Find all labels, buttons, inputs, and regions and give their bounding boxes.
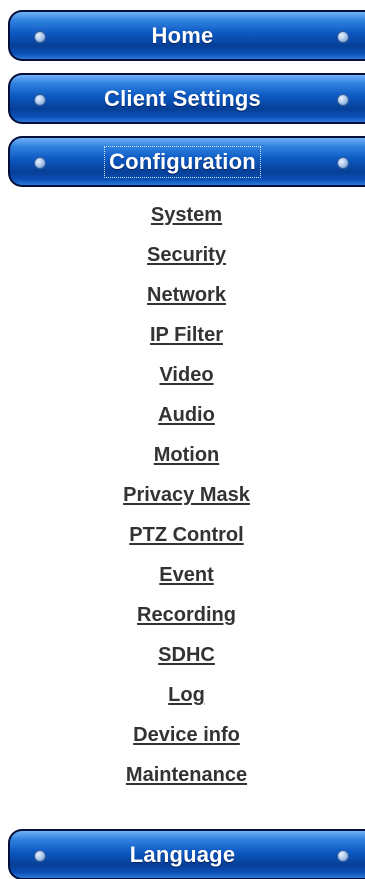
submenu-link-ptz-control[interactable]: PTZ Control	[0, 520, 365, 550]
submenu-link-log[interactable]: Log	[0, 680, 365, 710]
rivet-icon	[34, 156, 46, 169]
client-settings-button[interactable]: Client Settings	[8, 73, 365, 124]
language-button[interactable]: Language	[8, 829, 365, 879]
submenu-link-sdhc[interactable]: SDHC	[0, 640, 365, 670]
rivet-icon	[337, 156, 349, 169]
submenu-link-device-info[interactable]: Device info	[0, 720, 365, 750]
submenu-link-recording[interactable]: Recording	[0, 600, 365, 630]
submenu-link-network[interactable]: Network	[0, 280, 365, 310]
rivet-icon	[34, 30, 46, 43]
submenu-link-motion[interactable]: Motion	[0, 440, 365, 470]
client-settings-button-label: Client Settings	[103, 85, 261, 111]
home-button[interactable]: Home	[8, 10, 365, 61]
configuration-button-label: Configuration	[104, 145, 261, 178]
submenu-link-audio[interactable]: Audio	[0, 400, 365, 430]
submenu-link-video[interactable]: Video	[0, 360, 365, 390]
rivet-icon	[337, 93, 349, 106]
home-button-label: Home	[151, 22, 214, 48]
submenu-link-privacy-mask[interactable]: Privacy Mask	[0, 480, 365, 510]
rivet-icon	[337, 30, 349, 43]
configuration-button[interactable]: Configuration	[8, 136, 365, 187]
sidebar-menu: Home Client Settings Configuration Syste…	[0, 0, 365, 879]
submenu-link-security[interactable]: Security	[0, 240, 365, 270]
rivet-icon	[34, 93, 46, 106]
rivet-icon	[337, 849, 349, 862]
language-button-label: Language	[129, 841, 236, 867]
submenu-link-maintenance[interactable]: Maintenance	[0, 760, 365, 790]
rivet-icon	[34, 849, 46, 862]
submenu-link-system[interactable]: System	[0, 200, 365, 230]
submenu-link-event[interactable]: Event	[0, 560, 365, 590]
submenu-link-ip-filter[interactable]: IP Filter	[0, 320, 365, 350]
